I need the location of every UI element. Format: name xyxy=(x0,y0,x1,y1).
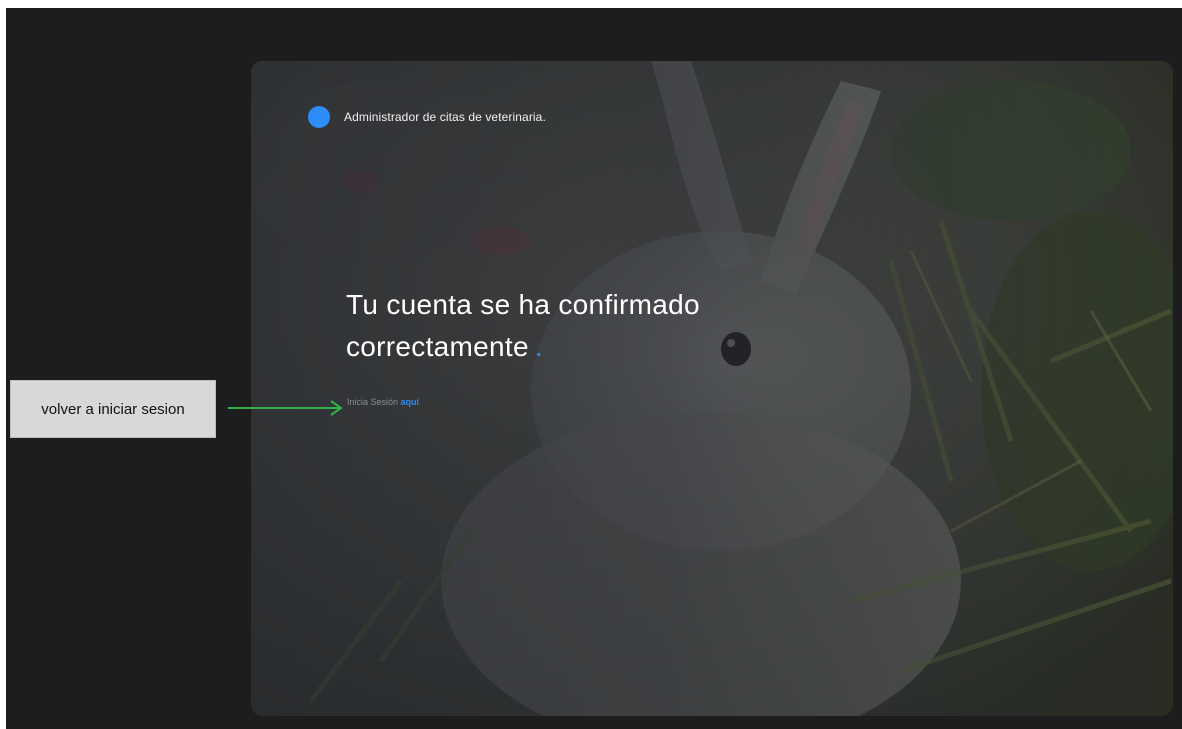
login-prompt: Inicia Sesión aquí xyxy=(347,397,419,407)
brand-logo-icon xyxy=(308,106,330,128)
brand-title: Administrador de citas de veterinaria. xyxy=(344,110,546,124)
confirmation-card: Administrador de citas de veterinaria. T… xyxy=(251,61,1173,716)
login-link[interactable]: aquí xyxy=(401,397,420,407)
brand-header: Administrador de citas de veterinaria. xyxy=(308,106,546,128)
heading-accent-dot: . xyxy=(534,331,543,362)
heading-line-2: correctamente. xyxy=(346,326,700,368)
annotation-arrow-icon xyxy=(228,400,343,416)
login-prompt-text: Inicia Sesión xyxy=(347,397,399,407)
heading-line-2-text: correctamente xyxy=(346,331,529,362)
design-canvas: Administrador de citas de veterinaria. T… xyxy=(6,8,1182,729)
heading-line-1: Tu cuenta se ha confirmado xyxy=(346,289,700,320)
dark-overlay xyxy=(251,61,1173,716)
confirmation-heading: Tu cuenta se ha confirmado correctamente… xyxy=(346,284,700,368)
annotation-note: volver a iniciar sesion xyxy=(10,380,216,438)
